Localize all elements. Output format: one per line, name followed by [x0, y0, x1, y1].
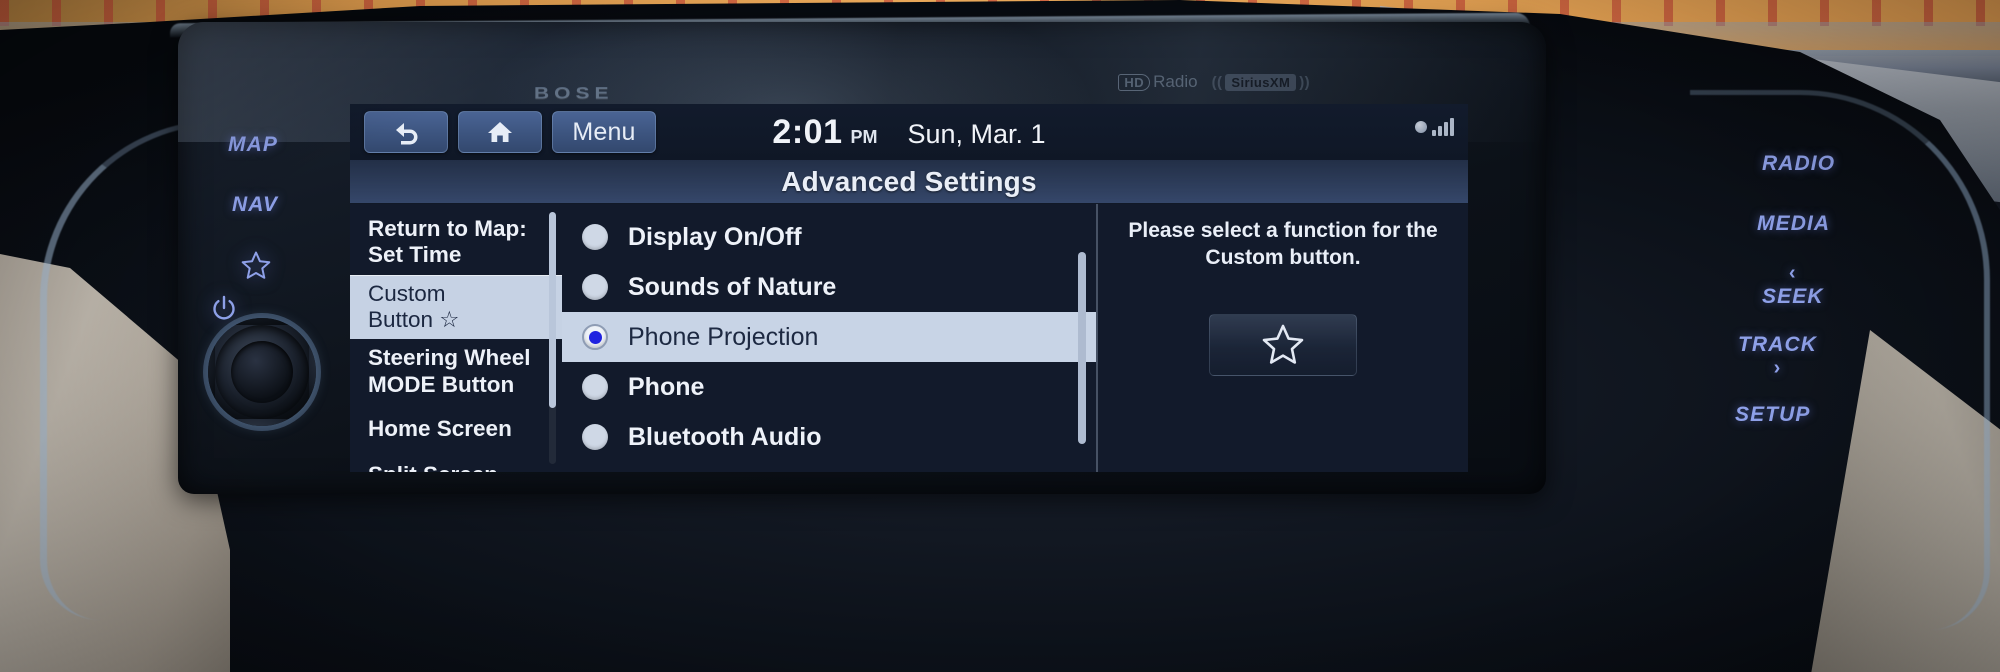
option-label: Bluetooth Audio	[628, 422, 822, 451]
sidebar-item-label: Steering Wheel	[368, 345, 531, 371]
clock-ampm: PM	[850, 126, 878, 147]
sidebar-item-label: Home Screen	[368, 415, 512, 441]
back-button[interactable]	[364, 111, 448, 153]
sidebar-item-custom-button[interactable]: Custom Button ☆	[350, 274, 562, 340]
sidebar-scrollbar[interactable]	[549, 212, 556, 464]
sidebar-item-home-screen[interactable]: Home Screen	[350, 404, 562, 448]
sidebar-item-sublabel: Set Time	[368, 242, 462, 268]
chevron-right-icon: ›	[1773, 357, 1782, 379]
radio-button-icon	[582, 424, 608, 450]
home-button[interactable]	[458, 111, 542, 153]
option-sounds-of-nature[interactable]: Sounds of Nature	[562, 262, 1096, 312]
page-title-bar: Advanced Settings	[350, 160, 1468, 204]
satellite-dot-icon	[1415, 121, 1427, 133]
option-phone-projection[interactable]: Phone Projection	[562, 312, 1096, 362]
radio-button-icon	[582, 274, 608, 300]
option-label: Display On/Off	[628, 222, 802, 251]
option-display-on-off[interactable]: Display On/Off	[562, 212, 1096, 262]
sidebar-item-sublabel: MODE Button	[368, 371, 515, 397]
settings-body: Return to Map: Set Time Custom Button ☆ …	[350, 204, 1468, 472]
hardware-button-map[interactable]: MAP	[228, 133, 278, 157]
info-message-line1: Please select a function for the	[1128, 219, 1438, 242]
sidebar-item-return-to-map[interactable]: Return to Map: Set Time	[350, 210, 562, 275]
chevron-left-icon: ‹	[1788, 262, 1797, 284]
siriusxm-badge: (( SiriusXM ))	[1211, 73, 1310, 91]
hardware-button-nav[interactable]: NAV	[232, 193, 278, 217]
siriusxm-label: SiriusXM	[1225, 73, 1297, 91]
signal-wave-right-icon: ))	[1299, 73, 1310, 91]
home-icon	[486, 119, 514, 145]
audio-badges: HD Radio (( SiriusXM ))	[1118, 72, 1310, 92]
status-bar: Menu 2:01 PM Sun, Mar. 1	[350, 104, 1468, 160]
info-message: Please select a function for the Custom …	[1128, 218, 1437, 272]
clock-area: 2:01 PM Sun, Mar. 1	[772, 113, 1045, 152]
sidebar-item-steering-wheel-mode[interactable]: Steering Wheel MODE Button	[350, 339, 562, 404]
option-bluetooth-audio[interactable]: Bluetooth Audio	[562, 412, 1096, 462]
hardware-button-power-icon[interactable]	[209, 294, 239, 329]
option-label: Phone Projection	[628, 322, 819, 351]
sidebar-item-label: Return to Map:	[368, 216, 527, 241]
signal-wave-left-icon: ((	[1211, 73, 1223, 91]
settings-sidebar: Return to Map: Set Time Custom Button ☆ …	[350, 204, 562, 472]
info-message-line2: Custom button.	[1205, 245, 1361, 269]
back-arrow-icon	[391, 119, 421, 145]
sidebar-item-sublabel: Button ☆	[368, 306, 460, 332]
chrome-trim-right	[1690, 90, 1990, 630]
hardware-button-media[interactable]: MEDIA	[1757, 212, 1830, 236]
radio-button-icon	[582, 374, 608, 400]
option-label: Phone	[628, 372, 705, 401]
option-list-scrollbar[interactable]	[1078, 252, 1086, 444]
satellite-signal-icon	[1415, 118, 1454, 136]
bose-logo: BOSE	[534, 84, 614, 103]
star-outline-icon	[1260, 323, 1306, 367]
hardware-button-radio[interactable]: RADIO	[1762, 152, 1835, 176]
hardware-button-seek-label: SEEK	[1762, 285, 1824, 308]
radio-button-selected-icon	[582, 324, 608, 350]
head-unit: BOSE HD Radio (( SiriusXM )) Menu 2:01 P…	[178, 22, 1546, 494]
option-phone[interactable]: Phone	[562, 362, 1096, 412]
sidebar-item-split-screen[interactable]: Split Screen	[350, 448, 562, 472]
sidebar-item-label: Custom	[368, 280, 446, 306]
hd-radio-badge: HD Radio	[1118, 72, 1198, 92]
menu-button[interactable]: Menu	[552, 111, 656, 153]
option-label: Sounds of Nature	[628, 272, 837, 301]
volume-knob[interactable]	[208, 318, 316, 426]
info-panel: Please select a function for the Custom …	[1096, 204, 1468, 472]
function-option-list: Display On/Off Sounds of Nature Phone Pr…	[562, 204, 1096, 472]
clock-date: Sun, Mar. 1	[907, 118, 1046, 149]
hd-radio-label: Radio	[1153, 72, 1198, 91]
hardware-button-setup[interactable]: SETUP	[1735, 403, 1811, 427]
page-title: Advanced Settings	[781, 165, 1037, 197]
clock-time: 2:01	[772, 112, 843, 151]
hardware-button-seek[interactable]: ‹ SEEK	[1762, 262, 1824, 309]
hd-radio-mark: HD	[1118, 73, 1151, 91]
dashboard-photo: BOSE HD Radio (( SiriusXM )) Menu 2:01 P…	[0, 0, 2000, 672]
hardware-button-track[interactable]: TRACK ›	[1738, 333, 1817, 380]
radio-button-icon	[582, 224, 608, 250]
hardware-button-favorite-star-icon[interactable]	[240, 250, 272, 286]
menu-button-label: Menu	[572, 117, 636, 146]
sidebar-item-label: Split Screen	[368, 462, 552, 472]
hardware-button-track-label: TRACK	[1738, 333, 1817, 356]
infotainment-screen: Menu 2:01 PM Sun, Mar. 1 Advanced Settin…	[350, 104, 1468, 472]
custom-button-preview[interactable]	[1209, 313, 1357, 376]
